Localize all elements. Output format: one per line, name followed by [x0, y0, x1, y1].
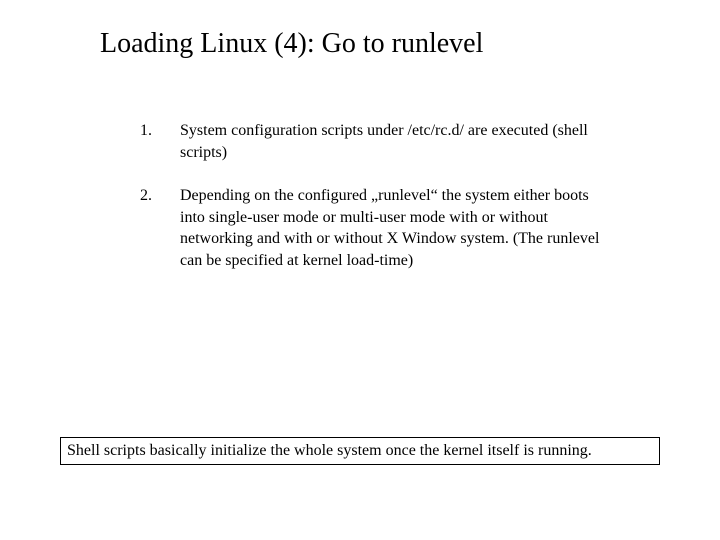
footer-note: Shell scripts basically initialize the w… [60, 437, 660, 465]
list-container: 1. System configuration scripts under /e… [0, 120, 720, 272]
list-item: 2. Depending on the configured „runlevel… [140, 185, 600, 271]
list-text: System configuration scripts under /etc/… [180, 120, 600, 163]
list-text: Depending on the configured „runlevel“ t… [180, 185, 600, 271]
slide-title: Loading Linux (4): Go to runlevel [0, 0, 720, 60]
list-number: 1. [140, 120, 180, 142]
list-number: 2. [140, 185, 180, 207]
list-item: 1. System configuration scripts under /e… [140, 120, 600, 163]
